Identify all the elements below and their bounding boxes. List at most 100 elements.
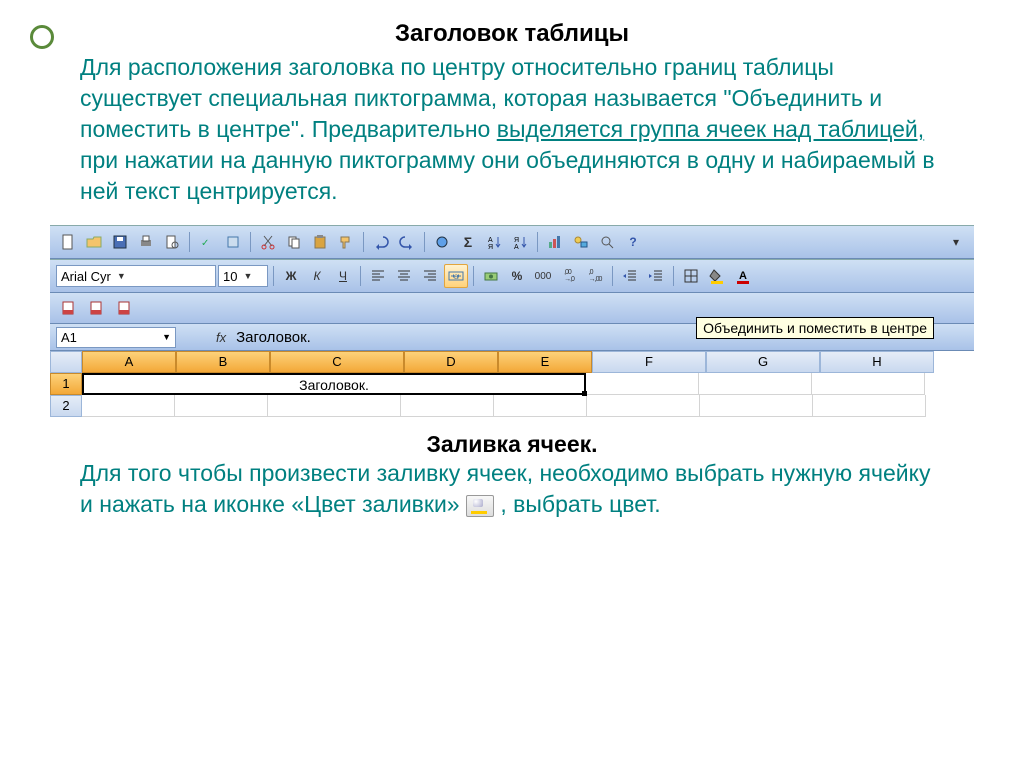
separator [424,232,425,252]
cell-F1[interactable] [586,373,699,395]
svg-text:Я: Я [488,244,493,250]
spell-icon[interactable]: ✓ [195,230,219,254]
standard-toolbar: ✓ Σ АЯ ЯА ? ▾ [50,225,974,259]
col-header-D[interactable]: D [404,351,498,373]
separator [189,232,190,252]
worksheet-grid[interactable]: A B C D E F G H 1 Заголовок. 2 [50,351,974,417]
decrease-decimal-button[interactable]: ,0→,00 [583,264,607,288]
cell-E2[interactable] [494,395,587,417]
help-icon[interactable]: ? [621,230,645,254]
open-icon[interactable] [82,230,106,254]
separator [363,232,364,252]
col-header-F[interactable]: F [592,351,706,373]
separator [537,232,538,252]
cell-C2[interactable] [268,395,401,417]
save-icon[interactable] [108,230,132,254]
undo-icon[interactable] [369,230,393,254]
new-doc-icon[interactable] [56,230,80,254]
separator [612,266,613,286]
name-box[interactable]: A1 ▼ [56,327,176,348]
svg-text:А: А [739,270,747,282]
bullet-marker [30,25,54,49]
sort-asc-icon[interactable]: АЯ [482,230,506,254]
currency-button[interactable] [479,264,503,288]
cell-H2[interactable] [813,395,926,417]
align-left-icon[interactable] [366,264,390,288]
borders-icon[interactable] [679,264,703,288]
cell-B2[interactable] [175,395,268,417]
cut-icon[interactable] [256,230,280,254]
increase-decimal-button[interactable]: ,00→,0 [557,264,581,288]
grid-row-1: 1 Заголовок. [50,373,974,395]
fill-color-inline-icon [466,495,494,517]
autosum-icon[interactable]: Σ [456,230,480,254]
separator [273,266,274,286]
fill-color-icon[interactable] [705,264,729,288]
excel-screenshot: ✓ Σ АЯ ЯА ? ▾ Arial Cyr [50,225,974,417]
paste-icon[interactable] [308,230,332,254]
hyperlink-icon[interactable] [430,230,454,254]
select-all-corner[interactable] [50,351,82,373]
svg-text:А: А [488,237,493,244]
para1-part-b: при нажатии на данную пиктограмму они об… [80,147,935,204]
research-icon[interactable] [221,230,245,254]
align-center-icon[interactable] [392,264,416,288]
increase-indent-icon[interactable] [644,264,668,288]
comma-style-button[interactable]: 000 [531,264,555,288]
merged-cell-A1-E1[interactable]: Заголовок. [82,373,586,395]
pdf-icon-2[interactable] [84,296,108,320]
sort-desc-icon[interactable]: ЯА [508,230,532,254]
separator [360,266,361,286]
font-size-value: 10 [223,269,237,284]
copy-icon[interactable] [282,230,306,254]
name-box-value: A1 [61,330,77,345]
drawing-icon[interactable] [569,230,593,254]
cell-H1[interactable] [812,373,925,395]
para2-tail: , выбрать цвет. [500,491,660,517]
para1-underlined: выделяется группа ячеек над таблицей, [497,116,924,142]
col-header-A[interactable]: A [82,351,176,373]
fx-label[interactable]: fx [216,330,226,345]
section-title-1: Заголовок таблицы [80,20,944,48]
merge-center-button[interactable]: a [444,264,468,288]
percent-button[interactable]: % [505,264,529,288]
italic-button[interactable]: К [305,264,329,288]
cell-A2[interactable] [82,395,175,417]
font-color-icon[interactable]: А [731,264,755,288]
print-icon[interactable] [134,230,158,254]
merge-tooltip: Объединить и поместить в центре [696,317,934,339]
col-header-G[interactable]: G [706,351,820,373]
cell-D2[interactable] [401,395,494,417]
row-header-1[interactable]: 1 [50,373,82,395]
col-header-B[interactable]: B [176,351,270,373]
toolbar-options-icon[interactable]: ▾ [944,230,968,254]
format-painter-icon[interactable] [334,230,358,254]
underline-button[interactable]: Ч [331,264,355,288]
cell-G1[interactable] [699,373,812,395]
svg-text:А: А [514,244,519,250]
font-size-combo[interactable]: 10 ▼ [218,265,268,287]
chart-icon[interactable] [543,230,567,254]
redo-icon[interactable] [395,230,419,254]
pdf-icon-1[interactable] [56,296,80,320]
zoom-combo[interactable] [595,230,619,254]
formatting-toolbar: Arial Cyr ▼ 10 ▼ Ж К Ч a % 000 ,00→,0 ,0… [50,259,974,293]
col-header-H[interactable]: H [820,351,934,373]
formula-content[interactable]: Заголовок. [236,329,311,346]
font-name-combo[interactable]: Arial Cyr ▼ [56,265,216,287]
preview-icon[interactable] [160,230,184,254]
grid-row-2: 2 [50,395,974,417]
align-right-icon[interactable] [418,264,442,288]
col-header-E[interactable]: E [498,351,592,373]
cell-F2[interactable] [587,395,700,417]
bold-button[interactable]: Ж [279,264,303,288]
section-title-2: Заливка ячеек. [80,431,944,458]
decrease-indent-icon[interactable] [618,264,642,288]
pdf-icon-3[interactable] [112,296,136,320]
paragraph-1: Для расположения заголовка по центру отн… [80,52,944,207]
col-header-C[interactable]: C [270,351,404,373]
svg-text:Я: Я [514,237,519,244]
paragraph-2: Для того чтобы произвести заливку ячеек,… [80,458,944,520]
row-header-2[interactable]: 2 [50,395,82,417]
cell-G2[interactable] [700,395,813,417]
